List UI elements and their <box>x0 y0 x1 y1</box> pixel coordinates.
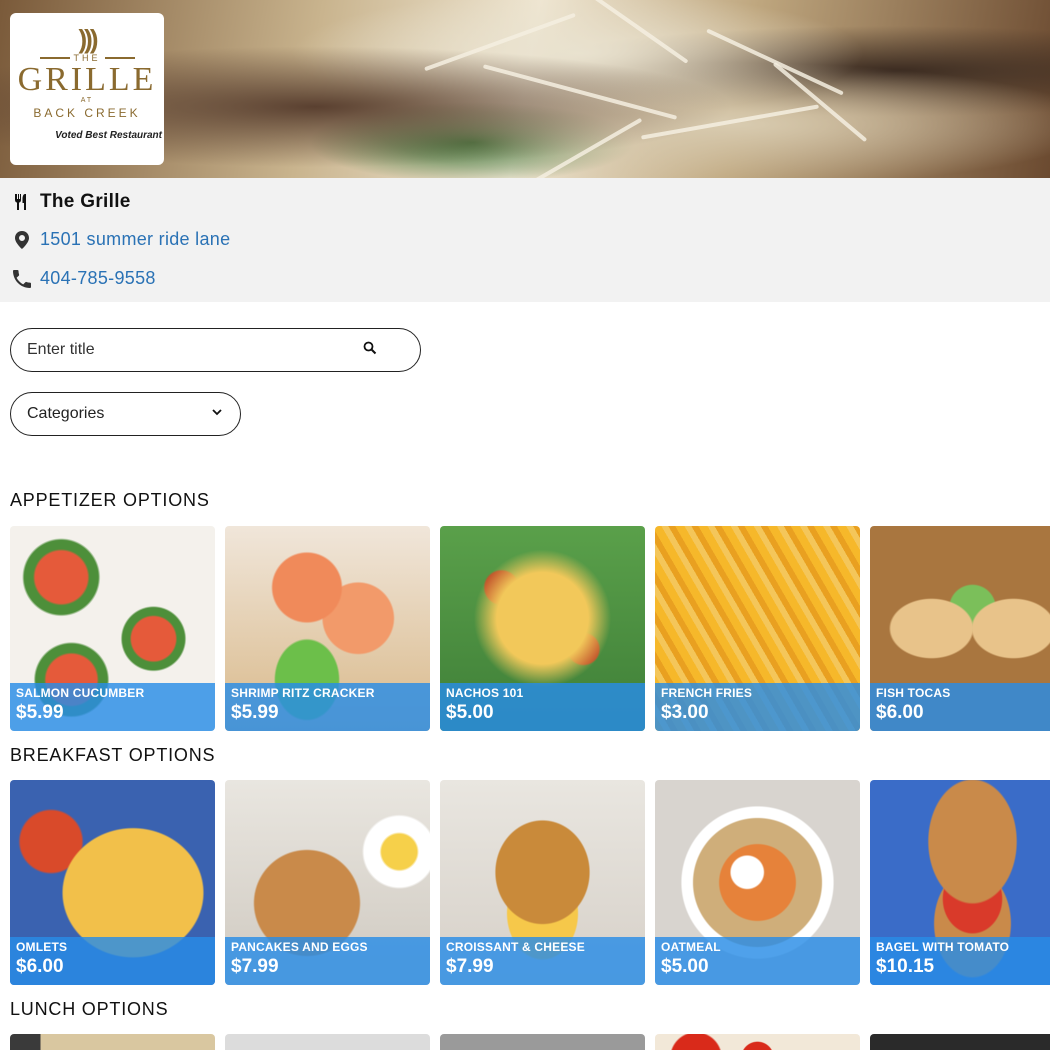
chevron-down-icon <box>210 405 224 424</box>
menu-card-price: $5.99 <box>16 702 64 723</box>
menu-card-price: $7.99 <box>446 956 494 977</box>
menu-card[interactable]: OMLETS $6.00 <box>10 780 215 985</box>
menu-card-title: NACHOS 101 <box>446 686 524 700</box>
utensils-icon <box>12 192 32 212</box>
menu-card-price: $6.00 <box>876 702 924 723</box>
categories-select[interactable]: Categories <box>10 392 241 436</box>
menu-card[interactable]: NACHOS 101 $5.00 <box>440 526 645 731</box>
lunch-row <box>10 1034 1050 1050</box>
menu-card-price: $5.00 <box>446 702 494 723</box>
logo-location: BACK CREEK <box>33 106 141 120</box>
search-input[interactable] <box>27 341 357 359</box>
menu-card-overlay: CROISSANT & CHEESE $7.99 <box>440 937 645 985</box>
phone-link[interactable]: 404-785-9558 <box>40 268 156 289</box>
menu-card[interactable]: SALMON CUCUMBER $5.99 <box>10 526 215 731</box>
menu-card[interactable]: PANCAKES AND EGGS $7.99 <box>225 780 430 985</box>
menu-card-title: OMLETS <box>16 940 68 954</box>
categories-selected-value: Categories <box>27 405 105 422</box>
menu-card-title: FISH TOCAS <box>876 686 951 700</box>
menu-card[interactable]: OATMEAL $5.00 <box>655 780 860 985</box>
menu-card-title: PANCAKES AND EGGS <box>231 940 368 954</box>
menu-card-overlay: FISH TOCAS $6.00 <box>870 683 1050 731</box>
menu-card-price: $7.99 <box>231 956 279 977</box>
search-icon[interactable] <box>363 341 377 360</box>
menu-card[interactable] <box>655 1034 860 1050</box>
menu-card-overlay: OATMEAL $5.00 <box>655 937 860 985</box>
map-pin-icon <box>12 230 32 250</box>
phone-icon <box>12 269 32 289</box>
logo-at: AT <box>80 97 94 104</box>
restaurant-logo: ))) THE GRILLE AT BACK CREEK Voted Best … <box>10 13 164 165</box>
menu-card-overlay: PANCAKES AND EGGS $7.99 <box>225 937 430 985</box>
menu-card-title: BAGEL WITH TOMATO <box>876 940 1010 954</box>
menu-card-price: $3.00 <box>661 702 709 723</box>
menu-card[interactable]: BAGEL WITH TOMATO $10.15 <box>870 780 1050 985</box>
appetizer-row: SALMON CUCUMBER $5.99 SHRIMP RITZ CRACKE… <box>10 526 1050 731</box>
menu-card-price: $5.99 <box>231 702 279 723</box>
logo-tagline: Voted Best Restaurant <box>55 130 162 141</box>
restaurant-name-row: The Grille <box>12 191 131 213</box>
menu-card[interactable]: SHRIMP RITZ CRACKER $5.99 <box>225 526 430 731</box>
header-banner: ))) THE GRILLE AT BACK CREEK Voted Best … <box>0 0 1050 178</box>
menu-card-price: $5.00 <box>661 956 709 977</box>
restaurant-info-panel: The Grille 1501 summer ride lane 404-785… <box>0 178 1050 302</box>
logo-name: GRILLE <box>17 61 157 98</box>
menu-card-title: FRENCH FRIES <box>661 686 753 700</box>
menu-card[interactable] <box>10 1034 215 1050</box>
menu-card-overlay: NACHOS 101 $5.00 <box>440 683 645 731</box>
address-link[interactable]: 1501 summer ride lane <box>40 229 230 250</box>
search-box[interactable] <box>10 328 421 372</box>
menu-card-title: SHRIMP RITZ CRACKER <box>231 686 375 700</box>
menu-card-title: SALMON CUCUMBER <box>16 686 145 700</box>
menu-card-price: $6.00 <box>16 956 64 977</box>
section-title-lunch: LUNCH OPTIONS <box>10 999 169 1019</box>
menu-card[interactable] <box>870 1034 1050 1050</box>
restaurant-phone-row: 404-785-9558 <box>12 268 156 289</box>
menu-card-price: $10.15 <box>876 956 935 977</box>
breakfast-row: OMLETS $6.00 PANCAKES AND EGGS $7.99 CRO… <box>10 780 1050 985</box>
restaurant-name: The Grille <box>40 191 131 212</box>
menu-card-title: OATMEAL <box>661 940 721 954</box>
menu-card-title: CROISSANT & CHEESE <box>446 940 585 954</box>
menu-card[interactable] <box>225 1034 430 1050</box>
restaurant-address-row: 1501 summer ride lane <box>12 229 230 250</box>
section-title-appetizer: APPETIZER OPTIONS <box>10 490 210 510</box>
section-title-breakfast: BREAKFAST OPTIONS <box>10 745 216 765</box>
flame-icon: ))) <box>78 24 99 54</box>
menu-card-overlay: SALMON CUCUMBER $5.99 <box>10 683 215 731</box>
menu-card-overlay: FRENCH FRIES $3.00 <box>655 683 860 731</box>
menu-card[interactable] <box>440 1034 645 1050</box>
menu-card-overlay: SHRIMP RITZ CRACKER $5.99 <box>225 683 430 731</box>
menu-card[interactable]: FISH TOCAS $6.00 <box>870 526 1050 731</box>
menu-card-overlay: BAGEL WITH TOMATO $10.15 <box>870 937 1050 985</box>
menu-card-overlay: OMLETS $6.00 <box>10 937 215 985</box>
menu-card[interactable]: CROISSANT & CHEESE $7.99 <box>440 780 645 985</box>
menu-card[interactable]: FRENCH FRIES $3.00 <box>655 526 860 731</box>
